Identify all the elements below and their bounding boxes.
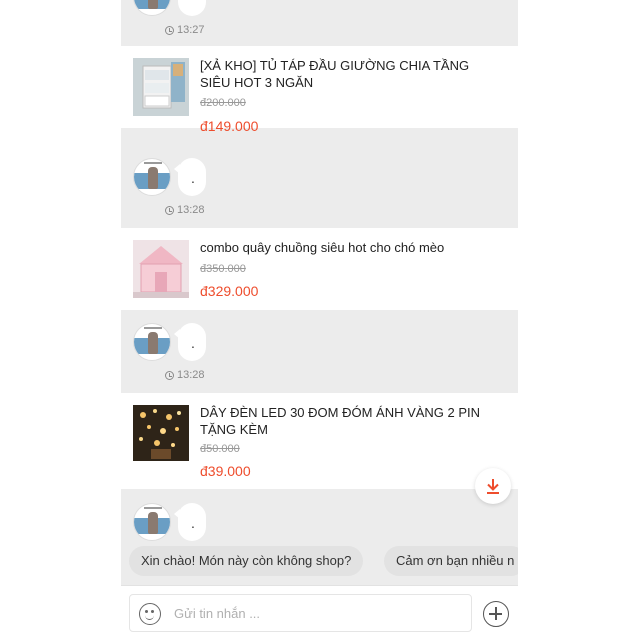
message-timestamp: 13:28 <box>165 369 205 381</box>
shop-avatar[interactable] <box>133 323 171 361</box>
product-title: DÂY ĐÈN LED 30 ĐOM ĐÓM ÁNH VÀNG 2 PIN TẶ… <box>200 405 481 437</box>
product-card[interactable]: DÂY ĐÈN LED 30 ĐOM ĐÓM ÁNH VÀNG 2 PIN TẶ… <box>121 393 518 489</box>
shop-avatar[interactable] <box>133 158 171 196</box>
clock-icon <box>165 25 174 35</box>
product-card[interactable]: combo quây chuồng siêu hot cho chó mèo đ… <box>121 228 518 310</box>
emoji-icon[interactable] <box>139 603 161 625</box>
product-price: đ39.000 <box>200 463 251 479</box>
message-input-placeholder: Gửi tin nhắn ... <box>174 606 261 621</box>
product-title: combo quây chuồng siêu hot cho chó mèo <box>200 240 445 255</box>
product-thumbnail <box>133 240 189 298</box>
product-thumbnail <box>133 405 189 461</box>
quick-reply-chip[interactable]: Cảm ơn bạn nhiều n <box>384 546 518 576</box>
plus-circle-icon[interactable] <box>483 601 509 627</box>
clock-icon <box>165 205 174 215</box>
product-original-price: đ200.000 <box>200 97 246 109</box>
quick-reply-chip[interactable]: Xin chào! Món này còn không shop? <box>129 546 364 576</box>
message-timestamp: 13:28 <box>165 204 205 216</box>
shop-avatar[interactable] <box>133 0 171 16</box>
product-price: đ149.000 <box>200 118 259 134</box>
product-original-price: đ350.000 <box>200 263 246 275</box>
message-input[interactable]: Gửi tin nhắn ... <box>129 594 472 632</box>
product-original-price: đ50.000 <box>200 443 240 455</box>
message-bubble <box>178 0 206 16</box>
clock-icon <box>165 370 174 380</box>
product-price: đ329.000 <box>200 283 259 299</box>
message-bubble: . <box>174 503 206 541</box>
product-title: [XẢ KHO] TỦ TÁP ĐẦU GIƯỜNG CHIA TẦNG SIÊ… <box>200 58 470 90</box>
download-arrow-icon <box>487 479 499 494</box>
chat-screen: 13:27 [XẢ KHO] TỦ TÁP ĐẦU GIƯỜNG CHIA TẦ… <box>121 0 518 640</box>
product-thumbnail <box>133 58 189 116</box>
product-card[interactable]: [XẢ KHO] TỦ TÁP ĐẦU GIƯỜNG CHIA TẦNG SIÊ… <box>121 46 518 134</box>
shop-avatar[interactable] <box>133 503 171 541</box>
message-bubble: . <box>174 158 206 196</box>
scroll-down-button[interactable] <box>475 468 511 504</box>
message-bubble: . <box>174 323 206 361</box>
message-timestamp: 13:27 <box>165 24 205 36</box>
message-composer: Gửi tin nhắn ... <box>121 585 518 640</box>
